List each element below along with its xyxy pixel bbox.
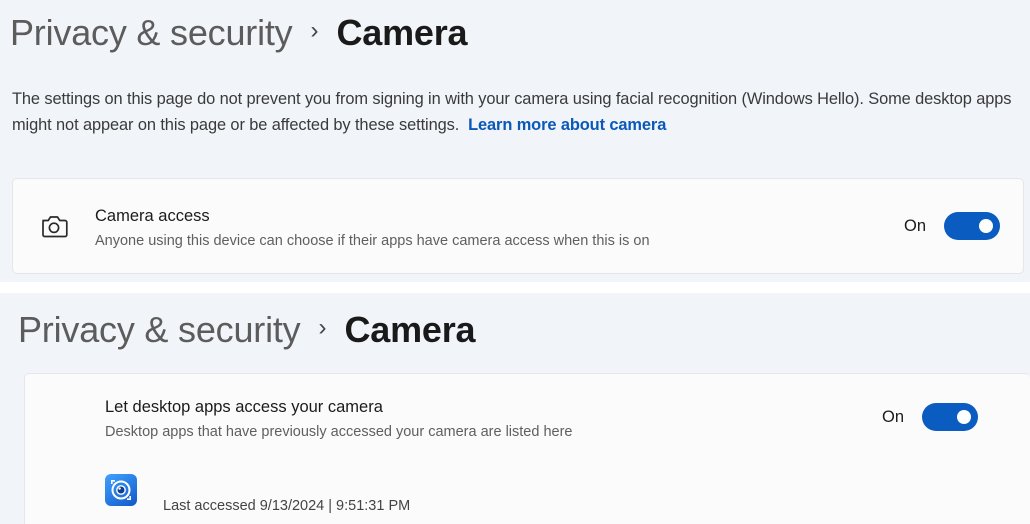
last-accessed-text: Last accessed 9/13/2024 | 9:51:31 PM (163, 498, 411, 514)
camera-access-toggle-group: On (904, 212, 1000, 240)
camera-icon (42, 216, 68, 238)
page-title: Camera (344, 309, 476, 350)
breadcrumb-parent-privacy-security[interactable]: Privacy & security (10, 12, 293, 54)
toggle-state-label: On (903, 216, 926, 235)
chevron-right-icon: › (310, 17, 319, 44)
learn-more-camera-link[interactable]: Learn more about camera (468, 116, 666, 134)
desktop-apps-title: Let desktop apps access your camera (105, 398, 383, 416)
info-text: The settings on this page do not prevent… (12, 86, 1022, 138)
page-title: Camera (336, 12, 468, 53)
breadcrumb: Privacy & security › Camera (18, 307, 476, 353)
toggle-state-label: On (881, 407, 904, 426)
camera-access-toggle[interactable] (944, 212, 1000, 240)
settings-panel-camera-top: Privacy & security › Camera The settings… (0, 0, 1030, 282)
chevron-right-icon: › (318, 314, 327, 341)
camera-access-card: Camera access Anyone using this device c… (12, 178, 1024, 274)
desktop-apps-description: Desktop apps that have previously access… (105, 424, 573, 440)
desktop-apps-camera-card: Let desktop apps access your camera Desk… (24, 373, 1030, 524)
settings-panel-camera-bottom: Privacy & security › Camera Let desktop … (0, 293, 1030, 524)
camera-access-description: Anyone using this device can choose if t… (95, 233, 650, 249)
toggle-knob (979, 219, 993, 233)
camera-app-icon (105, 474, 137, 506)
desktop-apps-toggle-group: On (882, 403, 978, 431)
breadcrumb-parent-privacy-security[interactable]: Privacy & security (18, 309, 301, 351)
toggle-knob (957, 410, 971, 424)
breadcrumb: Privacy & security › Camera (10, 10, 468, 56)
camera-access-title: Camera access (95, 207, 210, 225)
desktop-apps-toggle[interactable] (922, 403, 978, 431)
